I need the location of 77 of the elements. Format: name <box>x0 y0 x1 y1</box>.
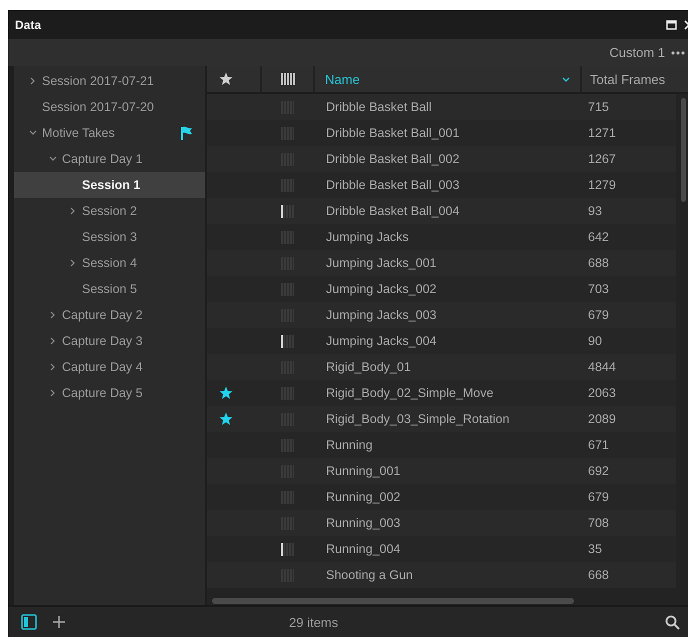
frame-count: 679 <box>588 490 609 504</box>
star-icon[interactable] <box>218 72 232 86</box>
tree-item[interactable]: Session 5 <box>14 276 205 302</box>
vertical-scrollbar[interactable] <box>681 98 686 202</box>
tree-item[interactable]: Motive Takes <box>14 120 205 146</box>
column-header[interactable]: Name <box>325 72 360 86</box>
take-name: Dribble Basket Ball_003 <box>326 178 460 192</box>
window-title: Data <box>15 18 42 32</box>
frame-count: 1271 <box>588 126 616 140</box>
tree-item[interactable]: Capture Day 4 <box>14 354 205 380</box>
take-name: Running_001 <box>326 464 400 478</box>
take-name: Running_002 <box>326 490 400 504</box>
take-name: Jumping Jacks_001 <box>326 256 436 270</box>
take-name: Dribble Basket Ball_002 <box>326 152 460 166</box>
frame-count: 668 <box>588 568 609 582</box>
frame-count: 715 <box>588 100 609 114</box>
take-name: Dribble Basket Ball_001 <box>326 126 460 140</box>
take-name: Running <box>326 438 373 452</box>
take-name: Dribble Basket Ball <box>326 100 432 114</box>
take-name: Jumping Jacks_002 <box>326 282 436 296</box>
take-name: Rigid_Body_01 <box>326 360 411 374</box>
take-name: Running_003 <box>326 516 400 530</box>
frame-count: 35 <box>588 542 602 556</box>
barcode-icon[interactable] <box>280 73 294 85</box>
chevron-right-icon[interactable] <box>49 363 57 371</box>
column-header[interactable]: Total Frames <box>590 72 666 86</box>
horizontal-scrollbar[interactable] <box>212 598 574 604</box>
item-count: 29 items <box>289 614 340 630</box>
chevron-down-icon[interactable] <box>49 155 57 163</box>
add-button[interactable] <box>53 616 65 628</box>
more-button[interactable] <box>671 50 685 54</box>
chevron-down-icon[interactable] <box>29 129 37 137</box>
maximize-button[interactable] <box>666 20 677 30</box>
tree-item[interactable]: Capture Day 3 <box>14 328 205 354</box>
take-name: Rigid_Body_02_Simple_Move <box>326 386 494 400</box>
chevron-right-icon[interactable] <box>29 77 37 85</box>
tree-item[interactable]: Capture Day 2 <box>14 302 205 328</box>
star-icon[interactable] <box>219 386 233 400</box>
frame-count: 703 <box>588 282 609 296</box>
chevron-right-icon[interactable] <box>49 311 57 319</box>
take-name: Jumping Jacks_003 <box>326 308 436 322</box>
frame-count: 642 <box>588 230 609 244</box>
frame-count: 688 <box>588 256 609 270</box>
tree-item[interactable]: Capture Day 5 <box>14 380 205 406</box>
chevron-right-icon[interactable] <box>69 259 77 267</box>
frame-count: 679 <box>588 308 609 322</box>
search-button[interactable] <box>665 614 680 630</box>
frame-count: 93 <box>588 204 602 218</box>
chevron-right-icon[interactable] <box>69 207 77 215</box>
star-icon[interactable] <box>219 412 233 426</box>
frame-count: 2089 <box>588 412 616 426</box>
tree-item[interactable]: Session 1 <box>14 172 205 198</box>
frame-count: 1267 <box>588 152 616 166</box>
frame-count: 671 <box>588 438 609 452</box>
chevron-right-icon[interactable] <box>49 389 57 397</box>
take-name: Jumping Jacks_004 <box>326 334 436 348</box>
sort-chevron-icon[interactable] <box>562 76 570 82</box>
tree-item[interactable]: Session 2 <box>14 198 205 224</box>
tree-item[interactable]: Session 2017-07-21 <box>14 68 205 94</box>
frame-count: 90 <box>588 334 602 348</box>
frame-count: 692 <box>588 464 609 478</box>
layout-dropdown[interactable]: Custom 1 <box>609 45 665 60</box>
frame-count: 4844 <box>588 360 616 374</box>
take-name: Shooting a Gun <box>326 568 413 582</box>
frame-count: 708 <box>588 516 609 530</box>
frame-count: 2063 <box>588 386 616 400</box>
take-name: Jumping Jacks <box>326 230 409 244</box>
tree-item[interactable]: Session 3 <box>14 224 205 250</box>
take-name: Rigid_Body_03_Simple_Rotation <box>326 412 510 426</box>
frame-count: 1279 <box>588 178 616 192</box>
chevron-right-icon[interactable] <box>49 337 57 345</box>
panel-toggle-button[interactable] <box>21 614 37 630</box>
tree-item[interactable]: Session 4 <box>14 250 205 276</box>
tree-item[interactable]: Capture Day 1 <box>14 146 205 172</box>
take-name: Dribble Basket Ball_004 <box>326 204 460 218</box>
tree-item[interactable]: Session 2017-07-20 <box>14 94 205 120</box>
take-name: Running_004 <box>326 542 400 556</box>
